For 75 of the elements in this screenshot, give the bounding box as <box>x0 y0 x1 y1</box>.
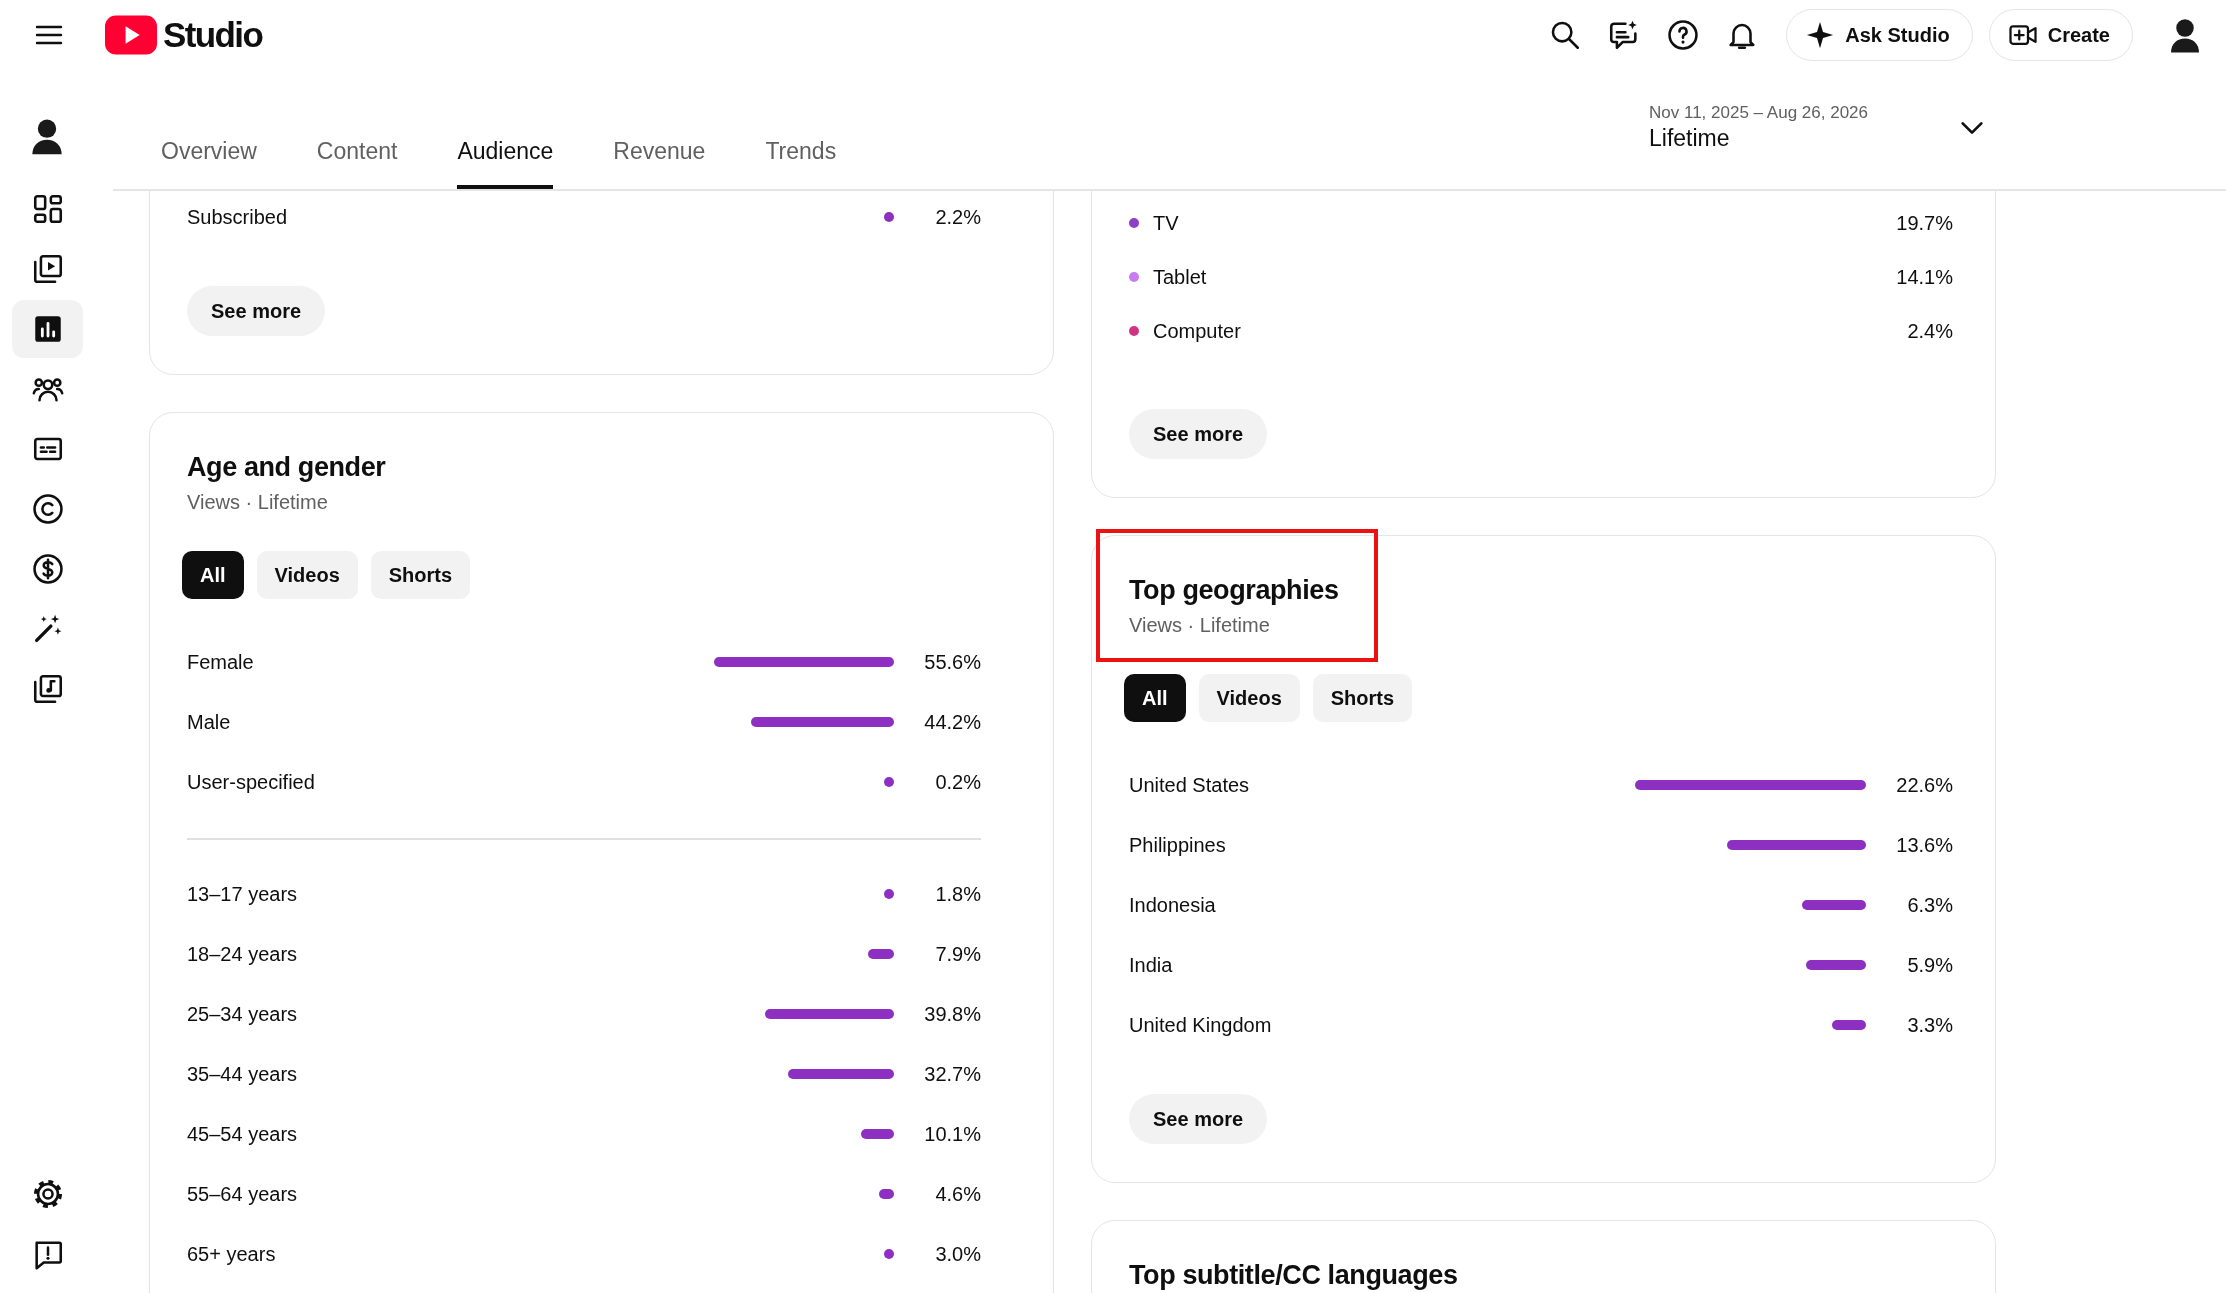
row-value: 32.7% <box>923 1062 981 1086</box>
row-value: 22.6% <box>1895 773 1953 797</box>
row-label: United Kingdom <box>1129 1013 1273 1037</box>
card-subtitle: Views · Lifetime <box>187 490 328 515</box>
card-title: Age and gender <box>187 451 386 484</box>
filter-chip[interactable]: Videos <box>256 551 358 599</box>
row-value: 10.1% <box>923 1122 981 1146</box>
card-title: Top subtitle/CC languages <box>1129 1259 1458 1292</box>
row-label: Computer <box>1153 319 1242 343</box>
bar-fill <box>861 1129 894 1139</box>
row-label: Male <box>187 710 232 734</box>
row-label: Indonesia <box>1129 893 1217 917</box>
filter-chip[interactable]: All <box>1124 674 1186 722</box>
row-value: 4.6% <box>934 1182 981 1206</box>
row-value: 6.3% <box>1906 893 1953 917</box>
logo-text[interactable]: Studio <box>163 15 263 55</box>
filter-chip[interactable]: Videos <box>1198 674 1300 722</box>
see-more-button[interactable]: See more <box>1129 1094 1268 1144</box>
dollar-icon <box>30 552 65 586</box>
date-range-text: Nov 11, 2025 – Aug 26, 2026 <box>1649 103 1868 123</box>
bar-fill <box>884 212 894 222</box>
filter-chip[interactable]: All <box>182 551 244 599</box>
row-value: 14.1% <box>1895 265 1953 289</box>
row-value: 1.8% <box>934 882 981 906</box>
bar-fill <box>884 1249 894 1259</box>
row-label: TV <box>1153 211 1180 235</box>
row-value: 3.0% <box>934 1242 981 1266</box>
row-label: Philippines <box>1129 833 1227 857</box>
tab[interactable]: Revenue <box>613 138 706 189</box>
see-more-button[interactable]: See more <box>1129 409 1268 459</box>
row-value: 55.6% <box>923 650 981 674</box>
filter-chip[interactable]: Shorts <box>370 551 471 599</box>
help-icon[interactable] <box>1666 18 1701 52</box>
row-value: 44.2% <box>923 710 981 734</box>
row-value: 39.8% <box>923 1002 981 1026</box>
row-label: 55–64 years <box>187 1182 299 1206</box>
date-range-value: Lifetime <box>1649 125 1731 152</box>
row-label: Subscribed <box>187 205 289 229</box>
row-label: Female <box>187 650 255 674</box>
row-value: 5.9% <box>1906 953 1953 977</box>
row-value: 19.7% <box>1895 211 1953 235</box>
card-subtitle: Views · Lifetime <box>1129 613 1270 638</box>
date-range-selector[interactable]: Nov 11, 2025 – Aug 26, 2026 Lifetime <box>1649 103 1988 152</box>
row-label: 25–34 years <box>187 1002 299 1026</box>
tab[interactable]: Content <box>316 138 398 189</box>
tab[interactable]: Overview <box>161 138 257 189</box>
row-value: 0.2% <box>934 770 981 794</box>
tab[interactable]: Audience <box>457 138 554 189</box>
row-label: 13–17 years <box>187 882 299 906</box>
bar-fill <box>1832 1020 1866 1030</box>
row-label: United States <box>1129 773 1251 797</box>
bar-fill <box>868 949 894 959</box>
row-label: 18–24 years <box>187 942 299 966</box>
row-label: 45–54 years <box>187 1122 299 1146</box>
bar-fill <box>1805 960 1866 970</box>
row-label: 65+ years <box>187 1242 277 1266</box>
row-label: User-specified <box>187 770 316 794</box>
row-label: India <box>1129 953 1174 977</box>
row-value: 7.9% <box>934 942 981 966</box>
sidebar-item[interactable] <box>12 300 83 358</box>
row-value: 2.2% <box>934 205 981 229</box>
copyright-icon <box>30 492 65 526</box>
bar-fill <box>879 1189 894 1199</box>
row-label: Tablet <box>1153 265 1208 289</box>
row-label: 35–44 years <box>187 1062 299 1086</box>
row-value: 13.6% <box>1895 833 1953 857</box>
see-more-button[interactable]: See more <box>187 286 326 336</box>
bar-fill <box>884 889 894 899</box>
row-value: 2.4% <box>1906 319 1953 343</box>
tab[interactable]: Trends <box>765 138 837 189</box>
row-value: 3.3% <box>1906 1013 1953 1037</box>
card-title: Top geographies <box>1129 574 1339 607</box>
bar-fill <box>1801 900 1866 910</box>
filter-chip[interactable]: Shorts <box>1312 674 1413 722</box>
bar-fill <box>884 777 894 787</box>
